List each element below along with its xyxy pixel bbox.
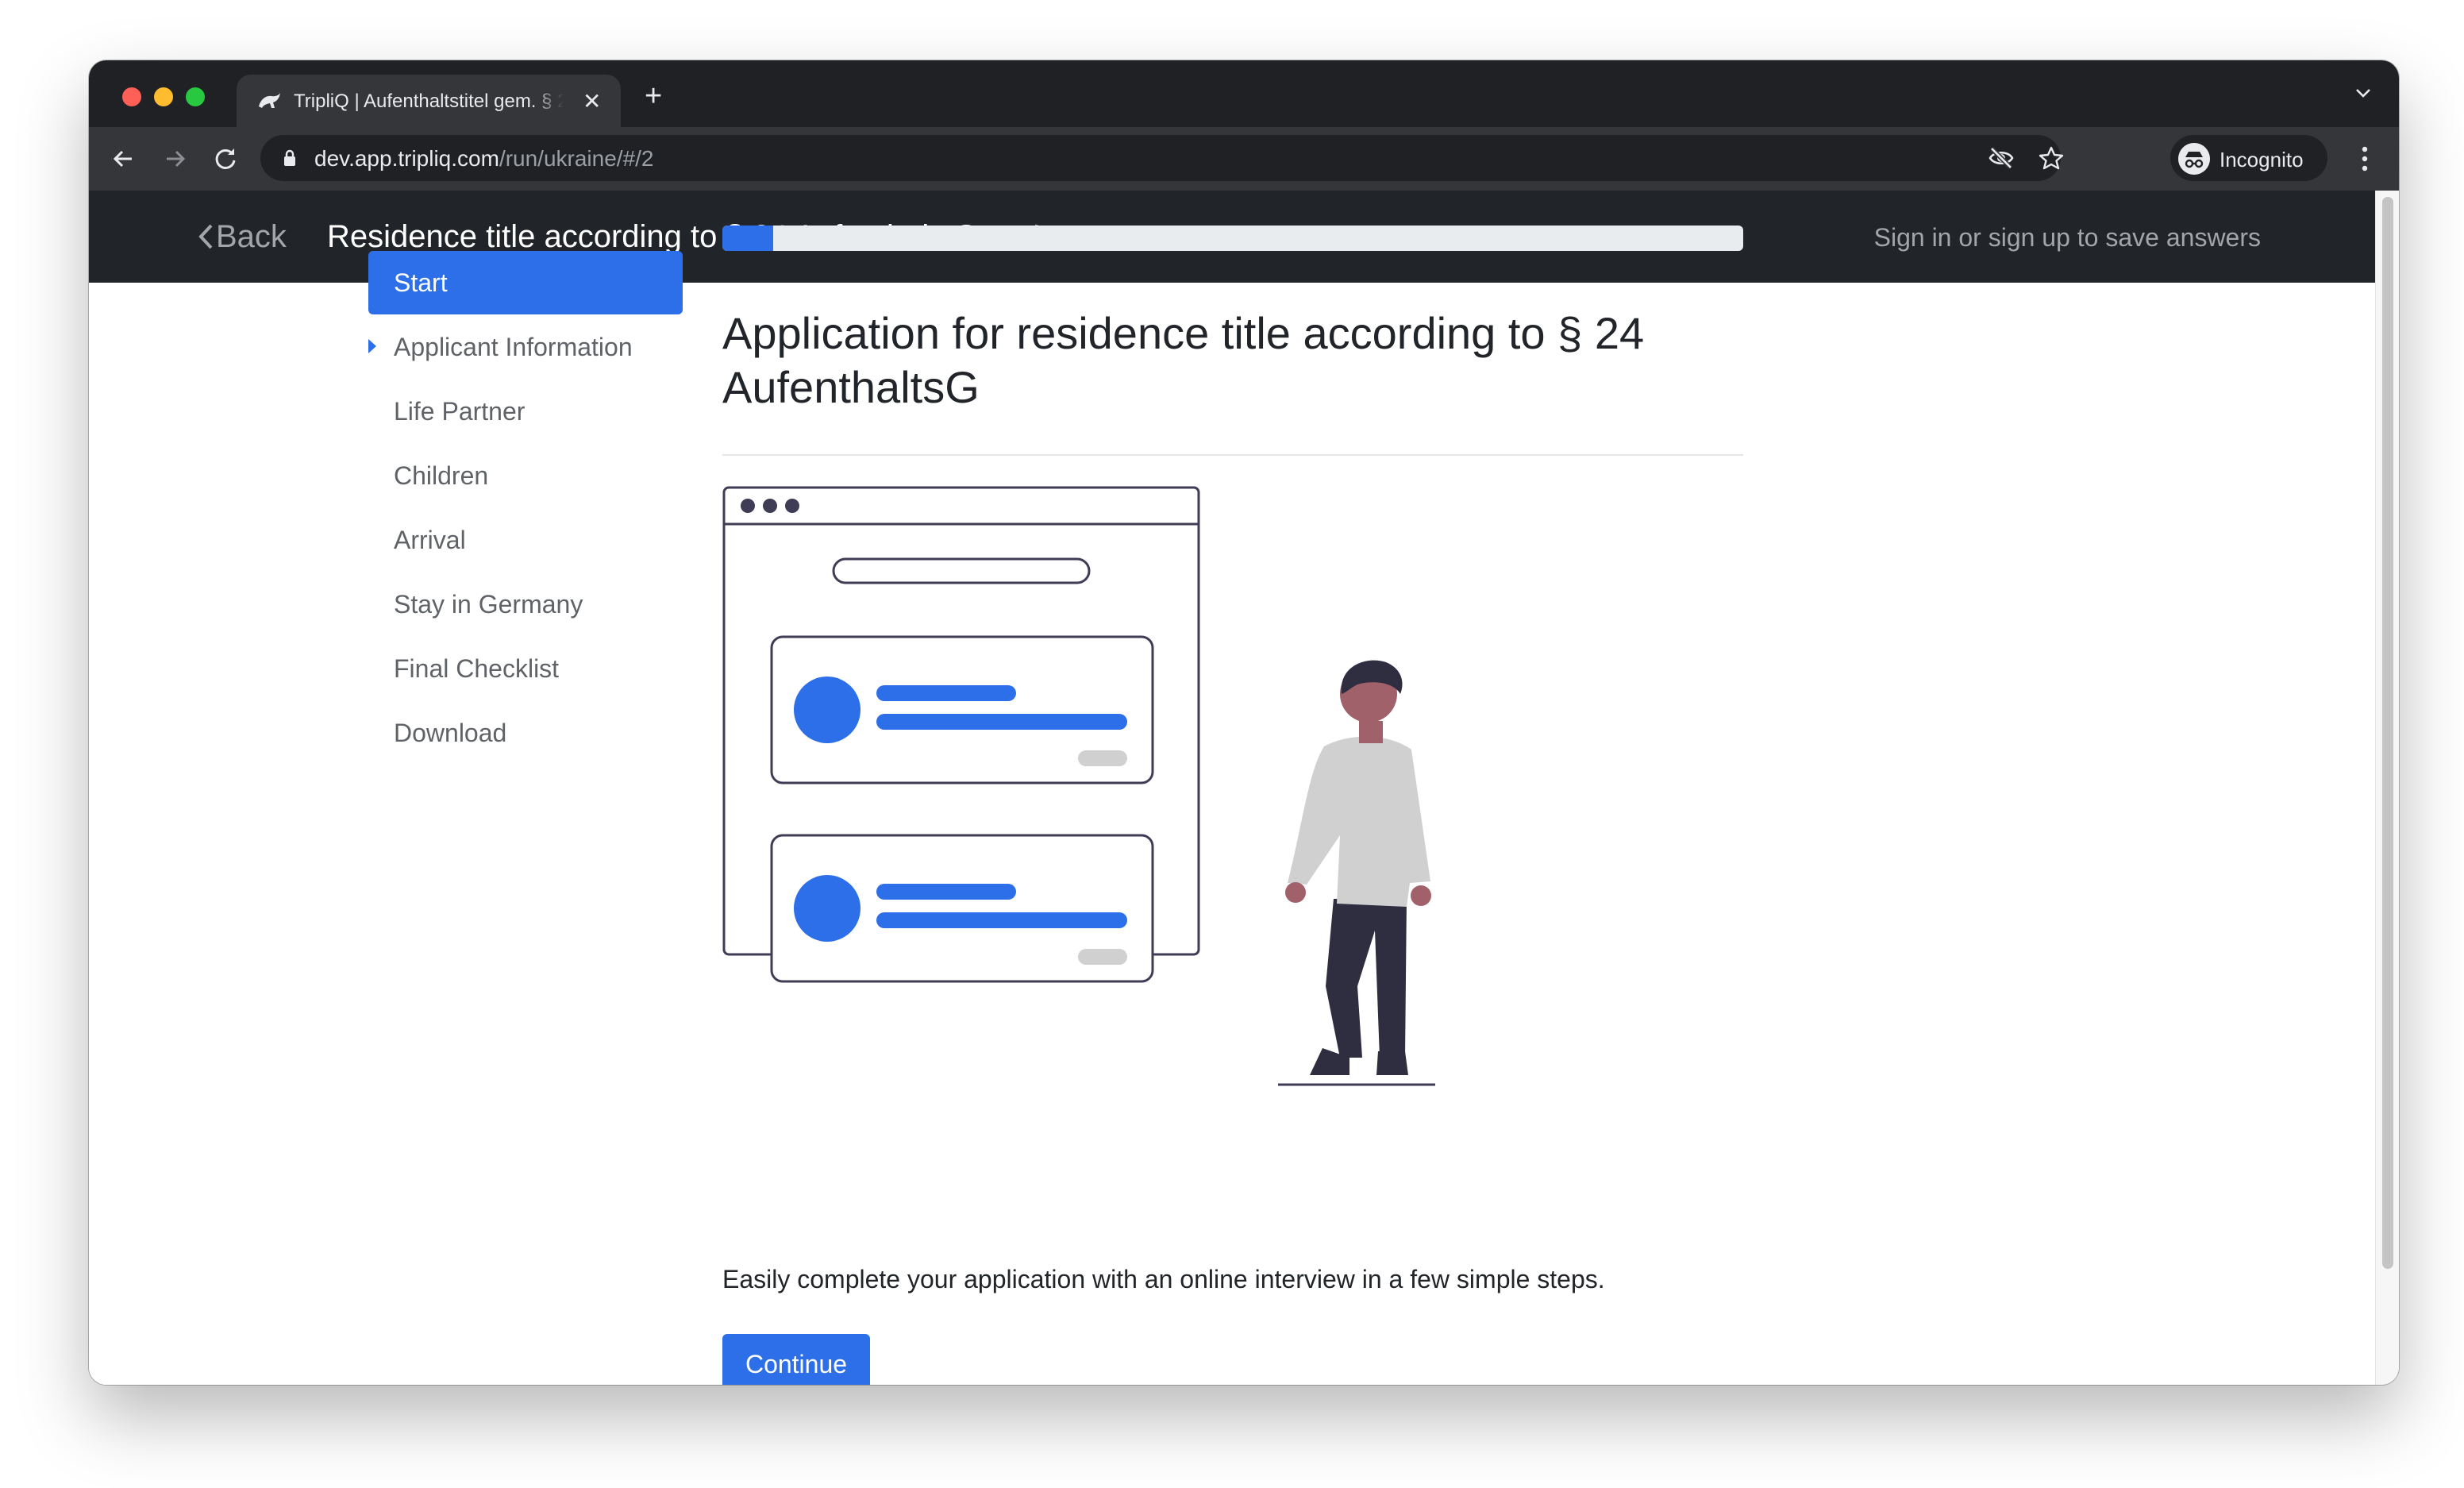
eye-off-icon[interactable] [1988, 146, 2015, 170]
vertical-scrollbar[interactable] [2375, 191, 2399, 1385]
sidebar-item-stay-in-germany[interactable]: Stay in Germany [368, 572, 683, 636]
sign-in-link[interactable]: Sign in or sign up to save answers [1874, 221, 2261, 254]
maximize-window-button[interactable] [186, 87, 205, 106]
back-link[interactable]: Back [197, 218, 287, 256]
sidebar-item-applicant-information[interactable]: Applicant Information [368, 315, 683, 379]
back-label: Back [216, 219, 287, 254]
browser-tab[interactable]: TripliQ | Aufenthaltstitel gem. § 24 Auf… [237, 75, 621, 127]
tab-title: TripliQ | Aufenthaltstitel gem. § 24 Auf… [294, 91, 564, 112]
tab-search-chevron-icon[interactable] [2354, 87, 2372, 98]
continue-button[interactable]: Continue [722, 1334, 870, 1385]
section-sidebar: Start Applicant Information Life Partner… [368, 251, 683, 765]
page-content: Back Residence title according to § 24 A… [89, 191, 2375, 1385]
progress-fill [722, 226, 774, 251]
reload-icon[interactable] [211, 145, 240, 173]
divider [722, 454, 1743, 456]
sidebar-item-start[interactable]: Start [368, 251, 683, 314]
profile-button[interactable]: Incognito [2170, 135, 2327, 181]
minimize-window-button[interactable] [154, 87, 173, 106]
url-host: dev.app.tripliq.com [314, 146, 499, 171]
address-bar[interactable]: dev.app.tripliq.com/run/ukraine/#/2 [260, 135, 2064, 181]
sidebar-item-children[interactable]: Children [368, 444, 683, 507]
progress-bar [722, 226, 1743, 251]
browser-window: TripliQ | Aufenthaltstitel gem. § 24 Auf… [89, 60, 2399, 1385]
caret-right-icon [368, 339, 376, 353]
page-title: Application for residence title accordin… [722, 308, 1645, 412]
forward-arrow-icon[interactable] [160, 145, 189, 173]
url-path: /run/ukraine/#/2 [499, 146, 654, 171]
sidebar-item-label: Stay in Germany [394, 590, 583, 619]
sidebar-item-label: Start [394, 268, 448, 297]
sidebar-item-life-partner[interactable]: Life Partner [368, 380, 683, 443]
sidebar-item-download[interactable]: Download [368, 701, 683, 765]
browser-toolbar: dev.app.tripliq.com/run/ukraine/#/2 Inco… [89, 127, 2399, 191]
close-tab-icon[interactable]: ✕ [583, 91, 601, 113]
star-icon[interactable] [2039, 146, 2064, 170]
tab-strip: TripliQ | Aufenthaltstitel gem. § 24 Auf… [89, 60, 2399, 127]
intro-text: Easily complete your application with an… [722, 1265, 1605, 1293]
scrollbar-thumb[interactable] [2382, 197, 2393, 1269]
sidebar-item-arrival[interactable]: Arrival [368, 508, 683, 572]
sidebar-item-label: Life Partner [394, 397, 526, 426]
sidebar-item-label: Arrival [394, 526, 466, 554]
sidebar-item-label: Final Checklist [394, 654, 560, 683]
lock-icon[interactable] [283, 149, 297, 167]
sidebar-item-label: Download [394, 719, 507, 747]
sidebar-item-label: Children [394, 461, 489, 490]
tripliq-favicon-icon [259, 93, 280, 108]
browser-menu-icon[interactable] [2361, 145, 2369, 173]
new-tab-icon[interactable]: + [645, 81, 662, 111]
url-text[interactable]: dev.app.tripliq.com/run/ukraine/#/2 [314, 146, 654, 172]
incognito-icon [2178, 143, 2210, 175]
sidebar-item-final-checklist[interactable]: Final Checklist [368, 637, 683, 700]
sidebar-item-label: Applicant Information [394, 333, 633, 361]
profile-label: Incognito [2220, 148, 2304, 172]
back-arrow-icon[interactable] [110, 145, 138, 173]
online-form-illustration [722, 486, 1435, 1086]
chevron-left-icon [198, 224, 213, 249]
close-window-button[interactable] [122, 87, 141, 106]
